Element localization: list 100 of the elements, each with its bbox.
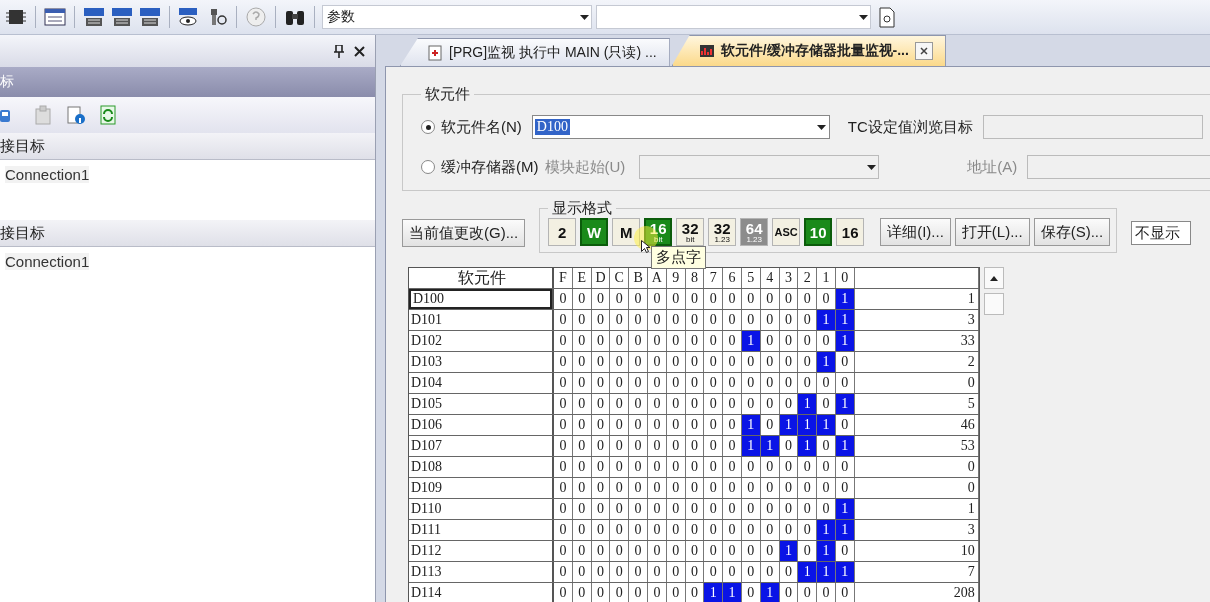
- bit-cell: 0: [572, 331, 592, 351]
- bit-cell: 0: [629, 373, 648, 393]
- bit-cell: 0: [554, 373, 573, 393]
- tc-target-field[interactable]: [982, 115, 1203, 139]
- tab-close-icon[interactable]: [914, 42, 933, 60]
- bit-cell: 0: [610, 499, 630, 519]
- bit-cell: 0: [798, 373, 818, 393]
- device-cell[interactable]: D112: [409, 541, 554, 561]
- format-button[interactable]: 16: [836, 218, 865, 246]
- bit-cell: 0: [741, 457, 761, 477]
- device-cell[interactable]: D107: [409, 436, 554, 456]
- device-list-icon[interactable]: [82, 6, 106, 28]
- bit-cell: 0: [704, 436, 724, 456]
- change-value-button[interactable]: 当前值更改(G)...: [402, 219, 526, 247]
- buffer-radio[interactable]: 缓冲存储器(M): [421, 157, 539, 177]
- dropdown-arrow-icon[interactable]: [858, 14, 868, 20]
- column-header: E: [572, 268, 592, 288]
- device-cell[interactable]: D109: [409, 478, 554, 498]
- bit-cell: 0: [741, 310, 761, 330]
- action-button[interactable]: 详细(I)...: [880, 218, 951, 246]
- device-table-icon[interactable]: [138, 6, 162, 28]
- bit-cell: 0: [610, 373, 630, 393]
- tab[interactable]: 软元件/缓冲存储器批量监视-...: [671, 35, 946, 66]
- scroll-thumb[interactable]: [983, 293, 1004, 315]
- device-grid-icon[interactable]: [110, 6, 134, 28]
- bit-cell: 0: [704, 310, 724, 330]
- bit-cell: 0: [572, 394, 592, 414]
- bit-cell: 0: [835, 541, 855, 561]
- format-button[interactable]: 32 bit: [676, 218, 705, 246]
- bit-cell: 0: [704, 478, 724, 498]
- window-icon[interactable]: [43, 6, 67, 28]
- bit-cell: 0: [629, 499, 648, 519]
- column-header: 4: [760, 268, 780, 288]
- pin-icon[interactable]: [334, 44, 344, 58]
- bit-cell: 0: [741, 541, 761, 561]
- device-cell[interactable]: D106: [409, 415, 554, 435]
- bit-cell: 0: [648, 520, 667, 540]
- bit-cell: 0: [779, 331, 799, 351]
- format-button[interactable]: 32 1.23: [708, 218, 737, 246]
- format-button[interactable]: W: [580, 218, 609, 246]
- connection-item[interactable]: Connection1: [5, 166, 90, 183]
- bit-cell: 0: [685, 394, 705, 414]
- column-header: 2: [798, 268, 818, 288]
- close-icon[interactable]: [354, 45, 365, 57]
- bit-cell: 0: [591, 478, 611, 498]
- device-cell[interactable]: D101: [409, 310, 554, 330]
- device-cell[interactable]: D100: [409, 289, 554, 309]
- device-cell[interactable]: D108: [409, 457, 554, 477]
- device-cell[interactable]: D114: [409, 583, 554, 602]
- bit-cell: 0: [817, 331, 836, 351]
- bit-cell: 0: [610, 331, 630, 351]
- module-start-combo[interactable]: [639, 155, 880, 179]
- bit-cell: 0: [835, 583, 855, 602]
- bit-cell: 0: [648, 415, 667, 435]
- tab[interactable]: [PRG]监视 执行中 MAIN (只读) ...: [400, 38, 670, 66]
- bit-cell: 0: [817, 289, 836, 309]
- bit-cell: 0: [591, 415, 611, 435]
- bit-cell: 0: [554, 457, 573, 477]
- device-cell[interactable]: D102: [409, 331, 554, 351]
- scroll-up-icon[interactable]: [983, 267, 1004, 289]
- device-cell[interactable]: D104: [409, 373, 554, 393]
- device-cell[interactable]: D105: [409, 394, 554, 414]
- format-button[interactable]: ASC: [772, 218, 801, 246]
- bit-cell: 0: [629, 583, 648, 602]
- bit-cell: 0: [666, 373, 686, 393]
- bit-cell: 0: [704, 499, 724, 519]
- bit-cell: 0: [723, 478, 742, 498]
- format-button[interactable]: M: [612, 218, 641, 246]
- search-combo[interactable]: 参数: [322, 5, 592, 29]
- connection-item[interactable]: Connection1: [5, 253, 90, 270]
- format-button[interactable]: 2: [548, 218, 577, 246]
- dropdown-arrow-icon[interactable]: [817, 124, 827, 130]
- bit-cell: 0: [760, 394, 780, 414]
- column-header: C: [610, 268, 630, 288]
- device-name-field[interactable]: D100: [531, 115, 830, 139]
- display-combo[interactable]: 不显示: [1131, 221, 1192, 245]
- group-title: 显示格式: [551, 199, 614, 218]
- dropdown-arrow-icon[interactable]: [866, 164, 876, 170]
- format-button[interactable]: 10: [804, 218, 833, 246]
- bit-cell: 0: [723, 541, 742, 561]
- action-button[interactable]: 打开(L)...: [954, 218, 1030, 246]
- action-button[interactable]: 保存(S)...: [1033, 218, 1111, 246]
- bit-cell: 0: [629, 331, 648, 351]
- bit-cell: 0: [835, 478, 855, 498]
- bit-cell: 0: [572, 520, 592, 540]
- bit-cell: 0: [629, 541, 648, 561]
- device-cell[interactable]: D113: [409, 562, 554, 582]
- bit-cell: 0: [723, 415, 742, 435]
- bit-cell: 0: [591, 562, 611, 582]
- device-cell[interactable]: D103: [409, 352, 554, 372]
- bit-cell: 0: [760, 310, 780, 330]
- info-icon[interactable]: [64, 104, 88, 126]
- device-cell[interactable]: D111: [409, 520, 554, 540]
- dropdown-arrow-icon[interactable]: [579, 14, 589, 20]
- device-radio[interactable]: 软元件名(N): [421, 117, 522, 137]
- bit-cell: 0: [685, 541, 705, 561]
- format-button[interactable]: 16 bit: [644, 218, 673, 246]
- monitor-icon: [698, 43, 715, 59]
- device-cell[interactable]: D110: [409, 499, 554, 519]
- address-field[interactable]: [1027, 155, 1210, 179]
